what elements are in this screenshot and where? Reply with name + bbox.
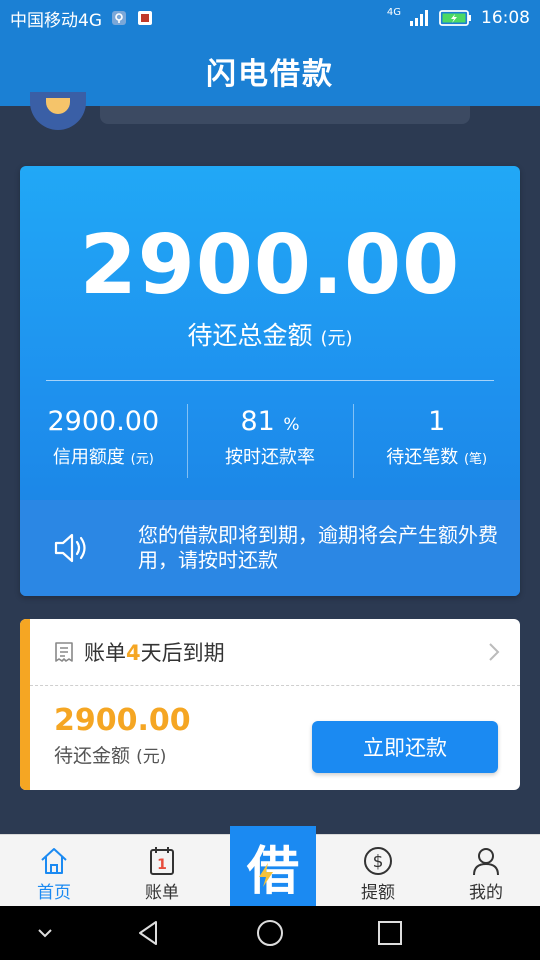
- tab-home[interactable]: 首页: [0, 835, 108, 907]
- app-notification-icon: [136, 9, 154, 27]
- ontime-rate-label: 按时还款率: [225, 447, 315, 468]
- tab-bill-label: 账单: [145, 883, 179, 903]
- speaker-icon: [54, 533, 86, 563]
- location-icon: [110, 9, 128, 27]
- pending-count-unit: (笔): [463, 452, 488, 467]
- status-bar: 中国移动4G 4G 16:08: [0, 0, 540, 36]
- notice-text: 您的借款即将到期，逾期将会产生额外费用，请按时还款: [138, 523, 498, 572]
- bottom-tab-bar: 首页 1 账单 借 $ 提额 我的: [0, 826, 540, 907]
- back-icon[interactable]: [134, 918, 164, 948]
- bill-amount-unit: (元): [136, 747, 167, 767]
- dollar-icon: $: [364, 847, 392, 875]
- clock: 16:08: [481, 8, 530, 28]
- pending-count-label: 待还笔数: [386, 447, 459, 468]
- credit-limit-unit: (元): [130, 452, 154, 467]
- bill-title-suffix: 天后到期: [140, 641, 225, 665]
- user-icon: [473, 848, 499, 876]
- stat-value: 2900.00: [20, 406, 187, 437]
- home-circle-icon[interactable]: [255, 918, 285, 948]
- bill-amount: 2900.00: [54, 703, 191, 738]
- tab-mine[interactable]: 我的: [432, 835, 540, 907]
- total-due-caption: 待还总金额 (元): [20, 316, 520, 352]
- tab-limit-label: 提额: [361, 883, 395, 903]
- status-right: 4G 16:08: [386, 6, 530, 29]
- loan-summary-card: 2900.00 待还总金额 (元) 2900.00 信用额度 (元) 81 % …: [20, 166, 520, 596]
- repay-now-button[interactable]: 立即还款: [312, 721, 498, 773]
- stats-row: 2900.00 信用额度 (元) 81 % 按时还款率 1 待还笔数 (笔): [20, 402, 520, 478]
- total-due-label: 待还总金额: [187, 321, 313, 350]
- bill-amount-caption: 待还金额 (元): [54, 741, 166, 768]
- tab-limit[interactable]: $ 提额: [324, 835, 432, 907]
- signal-icon: [409, 9, 431, 27]
- ontime-rate-unit: %: [283, 415, 300, 435]
- home-icon: [41, 848, 67, 874]
- bill-due-title: 账单4天后到期: [84, 637, 225, 667]
- ontime-rate-value: 81: [240, 406, 275, 437]
- credit-limit-label: 信用额度: [52, 447, 125, 468]
- svg-text:$: $: [373, 852, 384, 872]
- tab-bill[interactable]: 1 账单: [108, 835, 216, 907]
- avatar[interactable]: [30, 92, 86, 130]
- tab-mine-label: 我的: [469, 883, 503, 903]
- stat-value: 1: [353, 406, 520, 437]
- calendar-icon: 1: [150, 847, 174, 875]
- carrier-label: 中国移动4G: [10, 10, 102, 31]
- chevron-right-icon[interactable]: [484, 641, 504, 663]
- tab-home-label: 首页: [37, 883, 71, 903]
- stat-label: 按时还款率: [187, 443, 354, 469]
- bill-header[interactable]: 账单4天后到期: [30, 619, 520, 686]
- network-type: 4G: [386, 6, 401, 18]
- stat-pending-count: 1 待还笔数 (笔): [353, 402, 520, 478]
- tab-borrow[interactable]: 借: [230, 826, 316, 907]
- bill-amount-label: 待还金额: [54, 745, 131, 767]
- stat-label: 待还笔数 (笔): [353, 443, 520, 469]
- divider: [46, 380, 494, 381]
- system-nav-bar: [0, 906, 540, 960]
- stat-ontime-rate: 81 % 按时还款率: [186, 402, 354, 478]
- bill-title-prefix: 账单: [84, 641, 126, 665]
- calendar-icon-number: 1: [157, 857, 167, 873]
- due-notice: 您的借款即将到期，逾期将会产生额外费用，请按时还款: [20, 500, 520, 596]
- status-left: 中国移动4G: [10, 6, 387, 31]
- stat-credit-limit: 2900.00 信用额度 (元): [20, 402, 187, 478]
- receipt-icon: [55, 642, 73, 662]
- page-title: 闪电借款: [206, 57, 334, 92]
- bill-card[interactable]: 账单4天后到期 2900.00 待还金额 (元) 立即还款: [20, 619, 520, 790]
- stat-label: 信用额度 (元): [20, 443, 187, 469]
- pending-count-value: 1: [428, 406, 446, 437]
- stat-value: 81 %: [187, 406, 354, 437]
- bill-accent-stripe: [20, 619, 30, 790]
- credit-limit-value: 2900.00: [47, 406, 160, 437]
- recents-icon[interactable]: [375, 918, 405, 948]
- scrolled-banner[interactable]: [100, 106, 470, 124]
- bill-days-remaining: 4: [126, 641, 141, 665]
- lightning-icon: [259, 863, 273, 887]
- total-due-amount: 2900.00: [79, 218, 461, 313]
- total-due-unit: (元): [320, 328, 353, 349]
- battery-icon: [439, 9, 473, 27]
- chevron-down-icon[interactable]: [30, 918, 60, 948]
